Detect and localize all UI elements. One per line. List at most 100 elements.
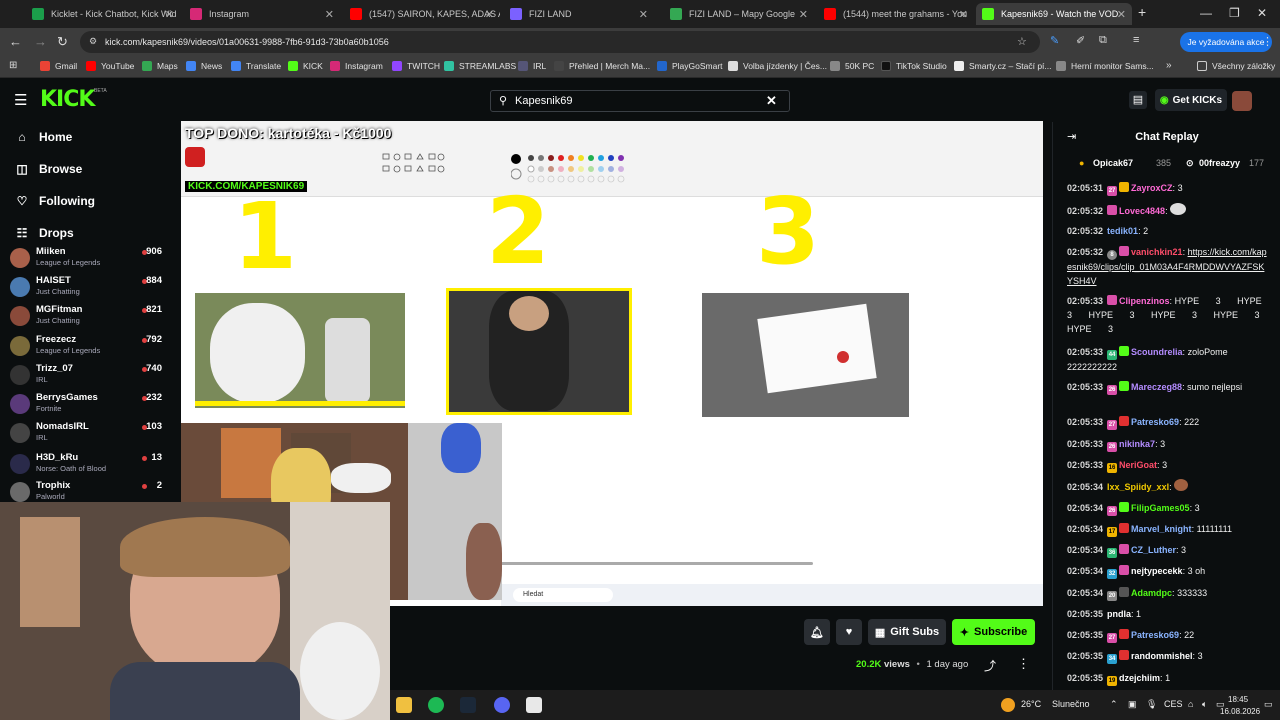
- bookmark-streamlabs[interactable]: STREAMLABS: [444, 61, 516, 71]
- chat-username[interactable]: vanichkin21: [1131, 247, 1183, 257]
- site-info-icon[interactable]: ⚙: [89, 36, 97, 47]
- chat-username[interactable]: Marvel_knight: [1131, 524, 1192, 534]
- channel-item[interactable]: Freezecz League of Legends 792: [10, 334, 162, 362]
- app-icon[interactable]: [526, 697, 542, 713]
- clear-search-icon[interactable]: ✕: [766, 93, 777, 109]
- bookmark-news[interactable]: News: [186, 61, 222, 71]
- chat-username[interactable]: CZ_Luther: [1131, 545, 1176, 555]
- bookmark-merch[interactable]: Přehled | Merch Ma...: [554, 61, 650, 71]
- follow-heart-button[interactable]: ♥: [836, 619, 862, 645]
- back-icon[interactable]: ←: [9, 34, 22, 49]
- chat-username[interactable]: randommishel: [1131, 651, 1193, 661]
- bookmark-smarty[interactable]: Smarty.cz – Stačí pí...: [954, 61, 1052, 71]
- chat-username[interactable]: NeriGoat: [1119, 460, 1157, 470]
- bookmark-50kpc[interactable]: 50K PC: [830, 61, 874, 71]
- spotify-icon[interactable]: [428, 697, 444, 713]
- forward-icon[interactable]: →: [34, 34, 47, 49]
- share-icon[interactable]: ⤴: [984, 657, 996, 674]
- bookmark-translate[interactable]: Translate: [231, 61, 281, 71]
- chevron-up-icon[interactable]: ⌃: [1110, 699, 1118, 710]
- extension-icon[interactable]: ✎: [1050, 34, 1059, 47]
- close-icon[interactable]: ✕: [799, 8, 808, 21]
- channel-item[interactable]: HAISET Just Chatting 884: [10, 275, 162, 303]
- discord-icon[interactable]: [494, 697, 510, 713]
- chat-username[interactable]: dzejchiim: [1119, 673, 1160, 683]
- chat-username[interactable]: pndla: [1107, 609, 1131, 619]
- more-menu-icon[interactable]: ⋮: [1262, 35, 1273, 48]
- nav-drops[interactable]: ☷ Drops: [15, 226, 74, 240]
- chat-username[interactable]: ZayroxCZ: [1131, 183, 1173, 193]
- channel-item[interactable]: Trizz_07 IRL 740: [10, 363, 162, 391]
- chat-username[interactable]: Patresko69: [1131, 630, 1179, 640]
- bookmark-tiktok[interactable]: TikTok Studio: [881, 61, 947, 71]
- more-options-icon[interactable]: ⋮: [1017, 656, 1030, 672]
- network-icon[interactable]: ⌂: [1188, 699, 1193, 709]
- gift-subs-button[interactable]: ▦ Gift Subs: [868, 619, 946, 645]
- bookmark-irl[interactable]: IRL: [518, 61, 546, 71]
- maximize-icon[interactable]: ❐: [1229, 6, 1240, 20]
- extensions-puzzle-icon[interactable]: ⧉: [1099, 34, 1107, 47]
- bookmark-kick[interactable]: KICK: [288, 61, 323, 71]
- bookmark-monitor[interactable]: Herní monitor Sams...: [1056, 61, 1154, 71]
- tab-fizi-land[interactable]: FIZI LAND ✕: [504, 3, 654, 25]
- url-bar[interactable]: ⚙ kick.com/kapesnik69/videos/01a00631-99…: [80, 31, 1040, 53]
- close-window-icon[interactable]: ✕: [1257, 6, 1267, 20]
- hamburger-menu-icon[interactable]: ☰: [14, 91, 27, 109]
- channel-item[interactable]: BerrysGames Fortnite 232: [10, 392, 162, 420]
- bookmark-twitch[interactable]: TWITCH: [392, 61, 440, 71]
- notification-bell-button[interactable]: 🔔︎: [804, 619, 830, 645]
- chat-username[interactable]: Clipenzinos: [1119, 296, 1170, 306]
- microphone-icon[interactable]: 🎙︎: [1146, 699, 1157, 710]
- minimize-icon[interactable]: —: [1200, 6, 1212, 20]
- chat-username[interactable]: tedik01: [1107, 226, 1138, 236]
- nav-home[interactable]: ⌂ Home: [15, 130, 72, 144]
- chat-username[interactable]: nejtypecekk: [1131, 566, 1183, 576]
- bookmark-gmail[interactable]: Gmail: [40, 61, 77, 71]
- chat-username[interactable]: Adamdpc: [1131, 588, 1172, 598]
- channel-item[interactable]: NomadsIRL IRL 103: [10, 421, 162, 449]
- bookmark-playgosmart[interactable]: PlayGoSmart: [657, 61, 723, 71]
- dashboard-icon[interactable]: ▤: [1129, 91, 1147, 109]
- tab-youtube-grahams[interactable]: (1544) meet the grahams - You ✕: [818, 3, 974, 25]
- notifications-icon[interactable]: ▭: [1264, 699, 1273, 710]
- apps-grid-icon[interactable]: ⊞: [9, 60, 17, 71]
- bookmark-youtube[interactable]: YouTube: [86, 61, 134, 71]
- steam-icon[interactable]: [460, 697, 476, 713]
- tab-fizi-maps[interactable]: FIZI LAND – Mapy Google ✕: [664, 3, 814, 25]
- app-tray-icon[interactable]: ▣: [1128, 699, 1137, 710]
- all-bookmarks[interactable]: Všechny záložky: [1197, 61, 1275, 71]
- subscribe-button[interactable]: ✦ Subscribe: [952, 619, 1035, 645]
- channel-item[interactable]: MGFitman Just Chatting 821: [10, 304, 162, 332]
- get-kicks-button[interactable]: ◉ Get KICKs: [1155, 89, 1227, 111]
- new-tab-icon[interactable]: +: [1138, 4, 1146, 20]
- extension-icon[interactable]: ✐: [1076, 34, 1085, 47]
- bookmark-instagram[interactable]: Instagram: [330, 61, 383, 71]
- media-controls-icon[interactable]: ≡: [1133, 34, 1139, 46]
- chat-username[interactable]: Mareczeg88: [1131, 382, 1182, 392]
- close-icon[interactable]: ✕: [959, 8, 968, 21]
- volume-icon[interactable]: 🔈︎: [1202, 699, 1207, 710]
- reload-icon[interactable]: ↻: [57, 34, 68, 50]
- nav-following[interactable]: ♡ Following: [15, 194, 95, 208]
- close-icon[interactable]: ✕: [1117, 8, 1126, 21]
- chevron-right-icon[interactable]: »: [1166, 60, 1172, 71]
- file-explorer-icon[interactable]: [396, 697, 412, 713]
- chat-username[interactable]: FilipGames05: [1131, 503, 1190, 513]
- channel-item[interactable]: Miiken League of Legends 906: [10, 246, 162, 274]
- nav-browse[interactable]: ◫ Browse: [15, 162, 82, 176]
- tab-kick-active[interactable]: Kapesnik69 - Watch the VOD ✕: [976, 3, 1132, 25]
- chat-username[interactable]: nikinka7: [1119, 439, 1155, 449]
- close-icon[interactable]: ✕: [485, 8, 494, 21]
- kick-logo[interactable]: KICK: [40, 87, 95, 112]
- close-icon[interactable]: ✕: [325, 8, 334, 21]
- language-indicator[interactable]: CES: [1164, 699, 1183, 709]
- bookmark-star-icon[interactable]: ☆: [1017, 35, 1027, 48]
- close-icon[interactable]: ✕: [165, 8, 174, 21]
- tab-instagram[interactable]: Instagram ✕: [184, 3, 340, 25]
- search-input[interactable]: ⚲ Kapesnik69 ✕: [490, 90, 790, 112]
- chat-username[interactable]: Patresko69: [1131, 417, 1179, 427]
- canvas-scrollbar[interactable]: [501, 562, 813, 565]
- chat-username[interactable]: Lovec4848: [1119, 206, 1165, 216]
- relaunch-button[interactable]: Je vyžadována akce: [1180, 32, 1272, 52]
- bookmark-maps[interactable]: Maps: [142, 61, 178, 71]
